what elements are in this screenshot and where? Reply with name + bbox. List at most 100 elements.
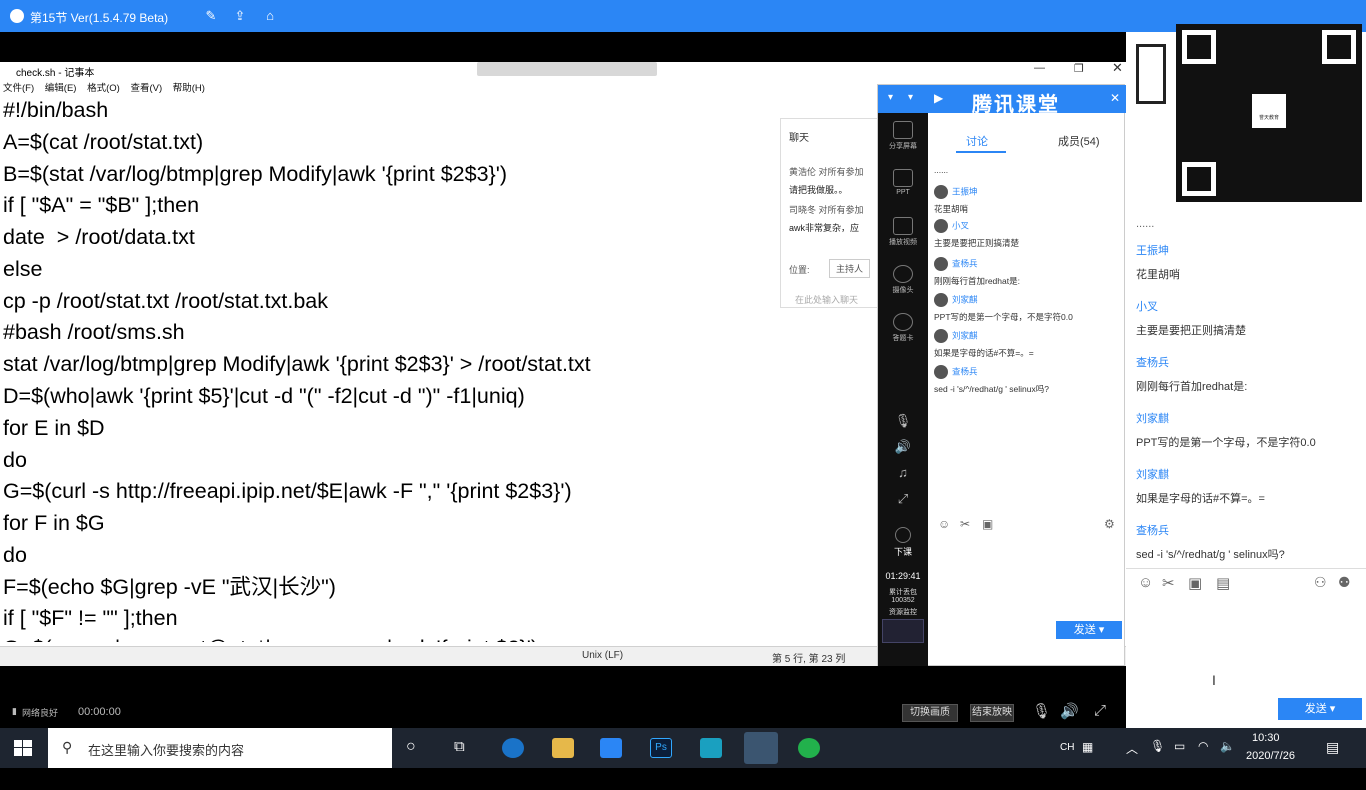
close-icon[interactable]: ✕	[1112, 60, 1123, 76]
task-view-icon[interactable]: ⧉	[454, 738, 465, 755]
chat-popup-line: 请把我做服。。	[789, 185, 848, 195]
mic-icon[interactable]: 🎙	[878, 413, 928, 429]
play-video-button[interactable]: 播放视频	[878, 217, 928, 247]
send-button[interactable]: 发送 ▾	[1278, 698, 1362, 720]
ketang-window: ▾ ▾ ▶ 腾讯课堂 ✕ 分享屏幕 PPT 播放视频 摄像头 答题卡 🎙 🔊 ♫…	[877, 84, 1126, 667]
code-line: cp -p /root/stat.txt /root/stat.txt.bak	[3, 289, 329, 313]
rp-message-author: 王振坤	[1136, 245, 1169, 257]
restore-icon[interactable]: ❐	[1074, 62, 1084, 75]
play-icon[interactable]: ▶	[934, 91, 943, 105]
code-line: G=$(ps aux|grep root@pts*|grep -v grep|a…	[3, 632, 538, 642]
code-line: F=$(echo $G|grep -vE "武汉|长沙")	[3, 575, 336, 599]
settings-icon[interactable]: ⚙	[1104, 517, 1115, 531]
mic-muted-icon[interactable]: 🎙	[1032, 702, 1051, 720]
emoji-icon[interactable]: ☺	[1138, 574, 1153, 591]
battery-icon[interactable]: ▭	[1174, 739, 1185, 779]
photoshop-icon[interactable]: Ps	[650, 738, 672, 758]
ime-indicator[interactable]: CH	[1060, 742, 1074, 782]
quality-button[interactable]: 切换画质	[902, 704, 958, 722]
speaker-icon[interactable]: 🔊	[878, 439, 928, 455]
sidebar-label: 摄像头	[892, 287, 914, 294]
fullscreen-icon[interactable]: ⤢	[1094, 702, 1106, 719]
volume-icon[interactable]: 🔊	[1060, 702, 1079, 720]
file-icon[interactable]: ▤	[1216, 574, 1230, 592]
end-show-button[interactable]: 结束放映	[970, 704, 1014, 722]
tab-discussion[interactable]: 讨论	[966, 133, 988, 149]
scissors-icon[interactable]: ✂	[1162, 574, 1175, 592]
menu-edit[interactable]: 编辑(E)	[45, 83, 77, 94]
meeting-icon[interactable]	[798, 738, 820, 758]
end-class-button[interactable]: 下课	[878, 527, 928, 558]
ppt-icon	[893, 169, 913, 187]
code-line: G=$(curl -s http://freeapi.ipip.net/$E|a…	[3, 479, 572, 503]
scissors-icon[interactable]: ✂	[960, 517, 970, 531]
menu-file[interactable]: 文件(F)	[3, 83, 34, 94]
share-screen-button[interactable]: 分享屏幕	[878, 121, 928, 151]
camera-button[interactable]: 摄像头	[878, 265, 928, 295]
end-class-icon	[895, 527, 911, 543]
message-text: 如果是字母的话#不算=。=	[934, 348, 1034, 358]
vm-icon[interactable]	[700, 738, 722, 758]
host-select[interactable]: 主持人	[829, 259, 871, 278]
share-icon[interactable]: ⇪	[232, 8, 248, 24]
quiz-button[interactable]: 答题卡	[878, 313, 928, 343]
text-cursor-icon: I	[1212, 672, 1216, 688]
image-icon[interactable]: ▣	[1188, 574, 1202, 592]
emoji-icon[interactable]: ☺	[938, 517, 950, 531]
qr-finder	[1182, 162, 1216, 196]
search-icon: ⚲	[62, 739, 73, 755]
wifi-icon: ▾	[888, 92, 894, 103]
mail-icon[interactable]	[600, 738, 622, 758]
notepad-editor[interactable]: #!/bin/bash A=$(cat /root/stat.txt) B=$(…	[0, 94, 870, 642]
user-settings-icon[interactable]: ⚉	[1338, 574, 1351, 591]
qr-finder	[1182, 30, 1216, 64]
message-text: 刚刚每行首加redhat是:	[934, 276, 1020, 286]
expand-icon[interactable]: ⤢	[878, 491, 928, 507]
ketang-send-button[interactable]: 发送 ▾	[1056, 621, 1122, 639]
home-icon[interactable]: ⌂	[262, 8, 278, 24]
ketang-tabs: 讨论 成员(54)	[928, 129, 1126, 153]
edge-icon[interactable]	[502, 738, 524, 758]
cortana-icon[interactable]: ○	[406, 738, 416, 756]
notification-icon[interactable]: ▤	[1326, 739, 1339, 779]
menu-view[interactable]: 查看(V)	[130, 83, 162, 94]
volume-tray-icon[interactable]: 🔈	[1220, 739, 1235, 779]
encoding-label: Unix (LF)	[582, 650, 624, 661]
chat-popup-line: 司晓冬 对所有参加	[789, 205, 864, 215]
taskbar-search[interactable]: ⚲ 在这里输入你要搜索的内容	[48, 728, 392, 768]
message-text: 主要是要把正则搞清楚	[934, 238, 1020, 248]
collapse-icon[interactable]: ✕	[1110, 91, 1120, 105]
chevron-up-icon[interactable]: ︿	[1126, 740, 1138, 780]
minimize-icon[interactable]: —	[1034, 62, 1045, 74]
ppt-button[interactable]: PPT	[878, 169, 928, 196]
rp-message-author: 查杨兵	[1136, 525, 1169, 537]
tab-members[interactable]: 成员(54)	[1058, 133, 1100, 149]
image-icon[interactable]: ▣	[982, 517, 993, 531]
resource-monitor-label: 资源监控	[889, 609, 917, 616]
rp-message-text: 花里胡哨	[1136, 269, 1180, 281]
code-line: D=$(who|awk '{print $5}'|cut -d "(" -f2|…	[3, 384, 525, 408]
menu-format[interactable]: 格式(O)	[87, 83, 120, 94]
sidebar-label: PPT	[896, 189, 910, 196]
share-screen-icon	[893, 121, 913, 139]
explorer-icon[interactable]	[552, 738, 574, 758]
keyboard-icon[interactable]: ▦	[1082, 740, 1093, 780]
menu-help[interactable]: 帮助(H)	[173, 83, 205, 94]
position-label: 位置:	[789, 265, 810, 275]
code-line: for F in $G	[3, 511, 105, 535]
divider	[1126, 568, 1366, 569]
music-icon[interactable]: ♫	[878, 465, 928, 480]
video-icon	[893, 217, 913, 235]
windows-start-icon[interactable]	[14, 740, 32, 756]
mic-tray-icon[interactable]: 🎙	[1150, 739, 1165, 779]
add-user-icon[interactable]: ⚇	[1314, 574, 1327, 591]
clock-date[interactable]: 2020/7/26	[1246, 750, 1295, 790]
ketang-taskbar-icon[interactable]	[744, 732, 778, 764]
edit-icon[interactable]: ✎	[203, 8, 219, 24]
avatar	[934, 293, 948, 307]
message-author: 小叉	[934, 219, 969, 233]
wifi-tray-icon[interactable]: ◠	[1198, 739, 1208, 779]
chat-popup-input[interactable]: 在此处输入聊天	[795, 293, 858, 306]
active-tab-indicator	[956, 151, 1006, 153]
code-line: else	[3, 257, 43, 281]
